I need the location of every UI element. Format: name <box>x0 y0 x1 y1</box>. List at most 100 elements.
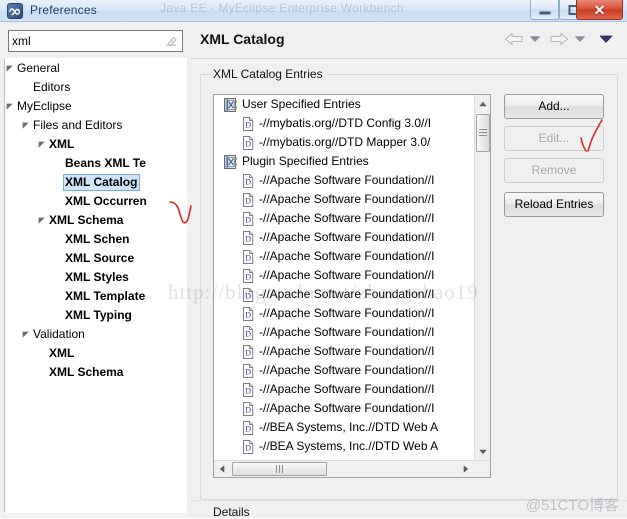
dtd-file-icon: D <box>240 116 256 132</box>
tree-item-xml[interactable]: XML <box>5 344 186 363</box>
tree-item-xml-schema[interactable]: XML Schema <box>5 363 186 382</box>
catalog-group-row[interactable]: User Specified Entries <box>214 95 475 114</box>
filter-search-box[interactable] <box>8 30 183 52</box>
catalog-entry-row[interactable]: D -//Apache Software Foundation//I <box>214 266 475 285</box>
tree-expander-expanded-icon[interactable] <box>22 325 32 344</box>
catalog-entry-row[interactable]: D -//mybatis.org//DTD Mapper 3.0/ <box>214 133 475 152</box>
dtd-file-icon: D <box>240 325 256 341</box>
tree-item-xml[interactable]: XML <box>5 135 186 154</box>
title-bar[interactable]: Preferences Java EE - MyEclipse Enterpri… <box>0 0 627 22</box>
eraser-icon[interactable] <box>164 34 178 48</box>
catalog-entries-rows: User Specified Entries D -//mybatis.org//D… <box>214 95 475 460</box>
scroll-right-icon[interactable] <box>458 461 474 477</box>
back-history-dropdown[interactable] <box>528 29 542 49</box>
tree-expander-expanded-icon[interactable] <box>6 97 16 116</box>
tree-item-label: XML Schema <box>49 213 124 227</box>
svg-text:D: D <box>245 178 251 187</box>
dtd-file-icon: D <box>240 401 256 417</box>
catalog-entry-label: -//BEA Systems, Inc.//DTD Web A <box>259 439 439 453</box>
tree-item-xml-template[interactable]: XML Template <box>5 287 186 306</box>
tree-item-editors[interactable]: Editors <box>5 78 186 97</box>
entries-vertical-scrollbar[interactable] <box>474 95 490 460</box>
tree-item-label: XML Typing <box>65 308 132 322</box>
close-icon: ✕ <box>593 1 606 18</box>
catalog-entry-label: -//Apache Software Foundation//I <box>259 287 435 301</box>
entry-actions: Add... Edit... Remove Reload Entries <box>504 94 608 224</box>
catalog-icon <box>222 154 238 170</box>
catalog-entry-row[interactable]: D -//Apache Software Foundation//I <box>214 171 475 190</box>
dtd-file-icon: D <box>240 363 256 379</box>
horizontal-scrollbar-thumb[interactable] <box>232 462 327 476</box>
tree-item-xml-occurren[interactable]: XML Occurren <box>5 192 186 211</box>
catalog-entry-row[interactable]: D -//BEA Systems, Inc.//DTD Web A <box>214 418 475 437</box>
catalog-entry-row[interactable]: D -//Apache Software Foundation//I <box>214 247 475 266</box>
catalog-entry-row[interactable]: D -//Apache Software Foundation//I <box>214 323 475 342</box>
tree-item-files-and-editors[interactable]: Files and Editors <box>5 116 186 135</box>
catalog-entry-row[interactable]: D -//Apache Software Foundation//I <box>214 361 475 380</box>
tree-item-label: MyEclipse <box>17 99 72 113</box>
catalog-entry-row[interactable]: D -//Apache Software Foundation//I <box>214 190 475 209</box>
forward-history-dropdown[interactable] <box>573 29 587 49</box>
back-button[interactable] <box>503 29 525 49</box>
tree-item-myeclipse[interactable]: MyEclipse <box>5 97 186 116</box>
svg-text:D: D <box>245 387 251 396</box>
catalog-entry-row[interactable]: D -//BEA Systems, Inc.//DTD Web A <box>214 437 475 456</box>
catalog-entry-label: -//BEA Systems, Inc.//DTD Web A <box>259 420 439 434</box>
svg-text:D: D <box>245 444 251 453</box>
tree-item-xml-styles[interactable]: XML Styles <box>5 268 186 287</box>
reload-entries-button[interactable]: Reload Entries <box>504 192 604 217</box>
catalog-group-row[interactable]: Plugin Specified Entries <box>214 152 475 171</box>
catalog-entry-row[interactable]: D -//Apache Software Foundation//I <box>214 285 475 304</box>
catalog-entry-row[interactable]: D -//Apache Software Foundation//I <box>214 304 475 323</box>
edit-button[interactable]: Edit... <box>504 126 604 151</box>
tree-item-beans-xml-te[interactable]: Beans XML Te <box>5 154 186 173</box>
dtd-file-icon: D <box>240 249 256 265</box>
catalog-entry-row[interactable]: D -//Apache Software Foundation//I <box>214 342 475 361</box>
tree-item-xml-catalog[interactable]: XML Catalog <box>5 173 186 192</box>
dtd-file-icon: D <box>240 173 256 189</box>
minimize-button[interactable] <box>530 0 559 20</box>
tree-expander-expanded-icon[interactable] <box>22 116 32 135</box>
tree-expander-expanded-icon[interactable] <box>6 59 16 78</box>
minimize-icon <box>539 11 550 14</box>
tree-expander-expanded-icon[interactable] <box>38 211 48 230</box>
add-button[interactable]: Add... <box>504 94 604 119</box>
catalog-entries-list[interactable]: User Specified Entries D -//mybatis.org//D… <box>213 94 491 478</box>
catalog-entry-row[interactable]: D -//Apache Software Foundation//I <box>214 228 475 247</box>
dtd-file-icon: D <box>240 420 256 436</box>
catalog-entry-row[interactable]: D -//Apache Software Foundation//I <box>214 380 475 399</box>
dtd-file-icon: D <box>240 306 256 322</box>
dtd-file-icon: D <box>240 135 256 151</box>
tree-item-xml-source[interactable]: XML Source <box>5 249 186 268</box>
dtd-file-icon: D <box>240 192 256 208</box>
svg-text:D: D <box>245 406 251 415</box>
preferences-tree[interactable]: General Editors MyEclipse Files and Editors… <box>4 58 187 513</box>
vertical-scrollbar-thumb[interactable] <box>476 114 490 152</box>
svg-text:D: D <box>245 425 251 434</box>
svg-text:D: D <box>245 235 251 244</box>
tree-item-label: XML <box>49 137 75 151</box>
search-input[interactable] <box>12 33 152 49</box>
entries-horizontal-scrollbar[interactable] <box>214 460 490 477</box>
left-pane: General Editors MyEclipse Files and Editors… <box>4 27 187 514</box>
tree-expander-expanded-icon[interactable] <box>38 135 48 154</box>
scroll-up-icon[interactable] <box>475 95 490 112</box>
tree-item-xml-schen[interactable]: XML Schen <box>5 230 186 249</box>
catalog-entry-row[interactable]: D -//mybatis.org//DTD Config 3.0//I <box>214 114 475 133</box>
tree-item-xml-typing[interactable]: XML Typing <box>5 306 186 325</box>
forward-button[interactable] <box>548 29 570 49</box>
svg-text:D: D <box>245 197 251 206</box>
preferences-dialog: Preferences Java EE - MyEclipse Enterpri… <box>0 0 627 519</box>
tree-item-validation[interactable]: Validation <box>5 325 186 344</box>
remove-button[interactable]: Remove <box>504 158 604 183</box>
catalog-entry-label: -//mybatis.org//DTD Mapper 3.0/ <box>259 135 431 149</box>
close-button[interactable]: ✕ <box>576 0 623 20</box>
tree-item-xml-schema[interactable]: XML Schema <box>5 211 186 230</box>
catalog-entry-row[interactable]: D -//Apache Software Foundation//I <box>214 209 475 228</box>
scroll-left-icon[interactable] <box>214 461 230 477</box>
tree-item-general[interactable]: General <box>5 59 186 78</box>
view-menu-icon[interactable] <box>597 29 615 49</box>
svg-text:D: D <box>245 273 251 282</box>
catalog-entry-row[interactable]: D -//Apache Software Foundation//I <box>214 399 475 418</box>
scroll-down-icon[interactable] <box>475 443 490 460</box>
